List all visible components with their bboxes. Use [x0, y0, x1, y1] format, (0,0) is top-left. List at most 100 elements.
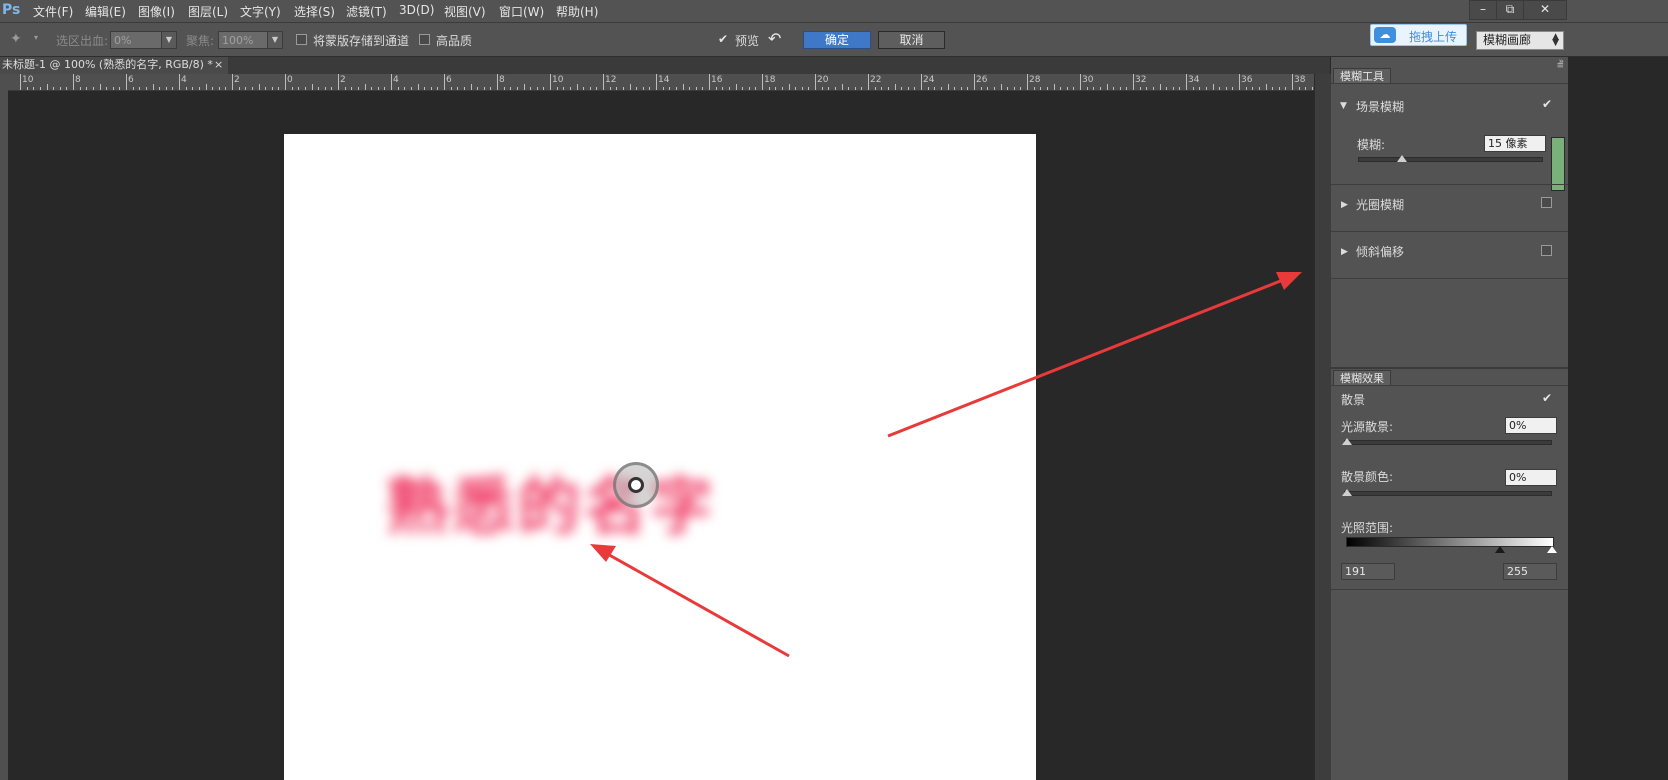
ruler-tick	[1172, 87, 1174, 90]
light-bokeh-field[interactable]: 0%	[1505, 417, 1557, 434]
blur-effects-tab[interactable]: 模糊效果	[1333, 370, 1391, 386]
blurred-text: 熟悉的名字	[386, 470, 717, 543]
ruler-label: 2	[234, 75, 240, 85]
menu-view[interactable]: 视图(V)	[444, 3, 486, 20]
high-quality-label: 高品质	[436, 34, 473, 48]
light-bokeh-label: 光源散景:	[1341, 420, 1394, 434]
restore-button[interactable]: ⧉	[1496, 0, 1524, 20]
ruler-tick	[1305, 87, 1307, 90]
reset-icon[interactable]: ↶	[768, 29, 781, 48]
bokeh-label: 散景	[1341, 393, 1366, 407]
cancel-button[interactable]: 取消	[878, 31, 945, 49]
bokeh-color-slider[interactable]	[1344, 491, 1552, 496]
minimize-button[interactable]: –	[1469, 0, 1497, 20]
close-window-button[interactable]: ✕	[1523, 0, 1567, 20]
selection-bleed-dropdown[interactable]: ▼	[161, 31, 177, 49]
ruler-tick	[583, 87, 585, 90]
ruler-tick	[1133, 74, 1134, 90]
app-logo: Ps	[2, 2, 21, 18]
ruler-tick	[1126, 87, 1128, 90]
light-bokeh-slider[interactable]	[1344, 440, 1552, 445]
iris-blur-checkbox[interactable]	[1541, 197, 1552, 208]
blur-tools-tab[interactable]: 模糊工具	[1333, 68, 1391, 84]
menu-file[interactable]: 文件(F)	[33, 3, 73, 20]
field-blur-checkbox[interactable]: ✔	[1542, 98, 1554, 110]
high-quality-checkbox[interactable]	[419, 34, 430, 45]
light-bokeh-thumb[interactable]	[1342, 438, 1352, 445]
ruler-tick	[609, 87, 611, 90]
preview-checkbox[interactable]: ✔	[718, 33, 730, 45]
ruler-label: 20	[817, 75, 829, 85]
workspace-select[interactable]: 模糊画廊 ▲ ▼	[1476, 31, 1564, 50]
menu-select[interactable]: 选择(S)	[294, 3, 335, 20]
collapsed-triangle-icon[interactable]: ▶	[1341, 200, 1348, 210]
bokeh-checkbox[interactable]: ✔	[1542, 392, 1554, 404]
tool-preset-arrow-icon[interactable]: ▾	[34, 33, 38, 42]
panel-menu-icon[interactable]: ≡	[1556, 61, 1564, 71]
ruler-tick	[1232, 87, 1234, 90]
canvas[interactable]: 熟悉的名字	[284, 134, 1036, 780]
bokeh-color-field[interactable]: 0%	[1505, 469, 1557, 486]
upload-button[interactable]: ☁ 拖拽上传	[1370, 24, 1467, 46]
ruler-tick	[46, 84, 48, 90]
ruler-tick	[642, 87, 644, 90]
blur-pin-center[interactable]	[628, 477, 644, 493]
blur-amount-field[interactable]: 15 像素	[1484, 135, 1546, 152]
focus-dropdown[interactable]: ▼	[267, 31, 283, 49]
menu-window[interactable]: 窗口(W)	[499, 3, 544, 20]
ruler-label: 34	[1188, 75, 1200, 85]
ruler-tick	[1053, 84, 1055, 90]
vertical-ruler	[0, 74, 8, 780]
blur-amount-slider[interactable]	[1358, 157, 1543, 162]
pin-tool-icon[interactable]: ✦	[10, 31, 22, 47]
ruler-tick	[497, 74, 498, 90]
menu-3d[interactable]: 3D(D)	[399, 3, 434, 17]
selection-bleed-field[interactable]: 0%	[110, 31, 162, 49]
ruler-tick	[649, 87, 651, 90]
collapsed-triangle-icon[interactable]: ▶	[1341, 247, 1348, 257]
ruler-tick	[424, 87, 426, 90]
tilt-shift-checkbox[interactable]	[1541, 245, 1552, 256]
ruler-tick	[828, 87, 830, 90]
ruler-tick	[1199, 87, 1201, 90]
ruler-label: 8	[499, 75, 505, 85]
ruler-tick	[1219, 87, 1221, 90]
focus-field[interactable]: 100%	[218, 31, 268, 49]
document-tab[interactable]: 未标题-1 @ 100% (熟悉的名字, RGB/8) * ×	[0, 57, 228, 74]
light-range-high-field[interactable]: 255	[1503, 563, 1557, 580]
blur-amount-thumb[interactable]	[1396, 155, 1407, 162]
ruler-tick	[616, 87, 618, 90]
close-tab-icon[interactable]: ×	[214, 57, 223, 73]
ruler-tick	[53, 87, 55, 90]
light-range-low-thumb[interactable]	[1495, 546, 1505, 553]
menu-type[interactable]: 文字(Y)	[240, 3, 281, 20]
ok-button[interactable]: 确定	[803, 31, 871, 49]
ruler-tick	[1278, 87, 1280, 90]
blur-pin-handle[interactable]	[613, 462, 659, 508]
menu-layer[interactable]: 图层(L)	[188, 3, 228, 20]
light-range-low-field[interactable]: 191	[1341, 563, 1395, 580]
menu-edit[interactable]: 编辑(E)	[85, 3, 126, 20]
ruler-tick	[179, 74, 180, 90]
light-range-gradient[interactable]	[1346, 537, 1554, 547]
light-range-high-thumb[interactable]	[1547, 546, 1557, 553]
ruler-tick	[112, 87, 114, 90]
menu-image[interactable]: 图像(I)	[138, 3, 175, 20]
ruler-tick	[159, 87, 161, 90]
ruler-tick	[198, 87, 200, 90]
menu-help[interactable]: 帮助(H)	[556, 3, 598, 20]
menu-filter[interactable]: 滤镜(T)	[346, 3, 387, 20]
ruler-tick	[271, 87, 273, 90]
ruler-tick	[1046, 87, 1048, 90]
ruler-tick	[251, 87, 253, 90]
ruler-tick	[304, 87, 306, 90]
ruler-label: 10	[22, 75, 34, 85]
save-mask-checkbox[interactable]	[296, 34, 307, 45]
expanded-triangle-icon[interactable]: ▼	[1340, 101, 1347, 111]
ruler-tick	[768, 87, 770, 90]
document-tab-title: 未标题-1 @ 100% (熟悉的名字, RGB/8) *	[2, 58, 213, 71]
ruler-tick	[603, 74, 604, 90]
vertical-scrollbar[interactable]	[1314, 74, 1331, 780]
bokeh-color-thumb[interactable]	[1342, 489, 1352, 496]
upload-label: 拖拽上传	[1409, 30, 1458, 44]
